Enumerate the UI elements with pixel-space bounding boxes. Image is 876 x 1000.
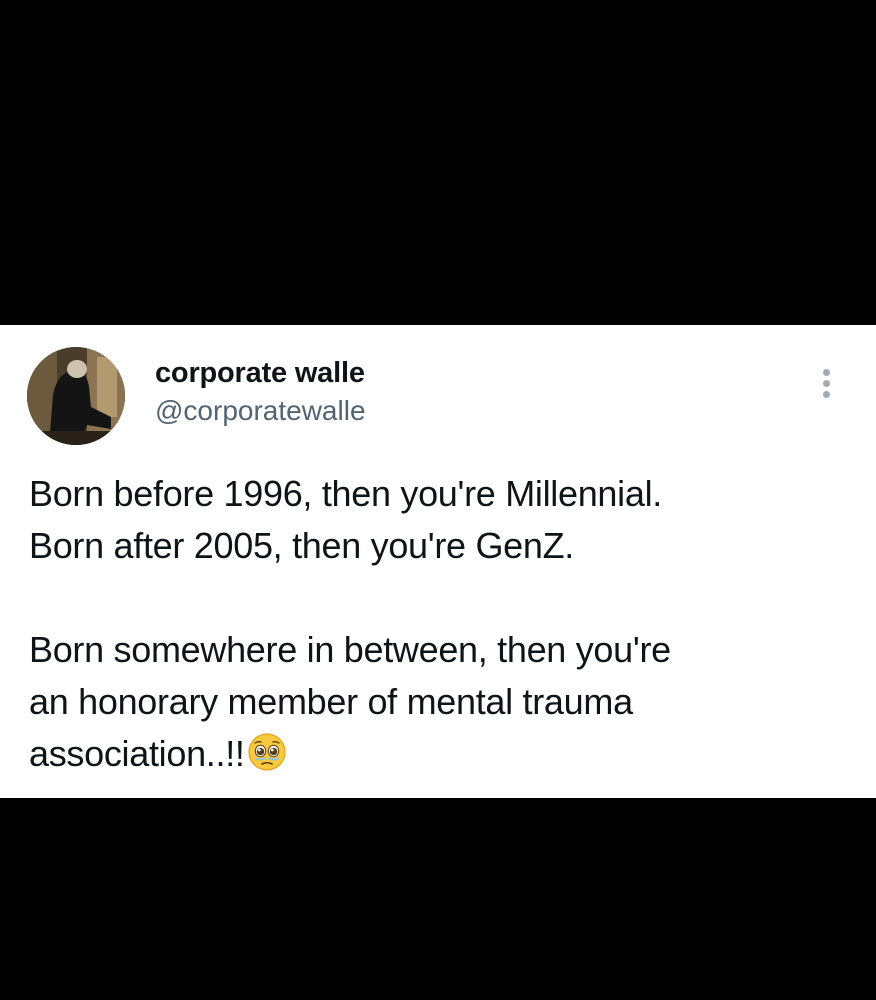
tweet-text-line: an honorary member of mental trauma	[29, 681, 633, 722]
more-vertical-icon	[822, 369, 830, 376]
tweet-card[interactable]: corporate walle @corporatewalle Born bef…	[0, 325, 876, 798]
more-options-button[interactable]	[816, 369, 836, 403]
display-name[interactable]: corporate walle	[155, 355, 366, 391]
more-dot	[822, 380, 830, 387]
tweet-text-line: association..!!	[29, 733, 245, 774]
tweet-text-line: Born somewhere in between, then you're	[29, 629, 671, 670]
tweet-text-line: Born before 1996, then you're Millennial…	[29, 473, 662, 514]
avatar-image	[27, 347, 125, 445]
tweet-text-line-last: association..!!	[29, 728, 829, 780]
pleading-face-emoji-icon	[247, 732, 287, 772]
tweet-text: Born before 1996, then you're Millennial…	[29, 468, 829, 780]
screenshot-frame: corporate walle @corporatewalle Born bef…	[0, 0, 876, 1000]
avatar[interactable]	[27, 347, 125, 445]
user-handle[interactable]: @corporatewalle	[155, 393, 366, 429]
more-dot	[822, 391, 830, 398]
tweet-text-line: Born after 2005, then you're GenZ.	[29, 525, 575, 566]
author-info[interactable]: corporate walle @corporatewalle	[155, 355, 366, 429]
